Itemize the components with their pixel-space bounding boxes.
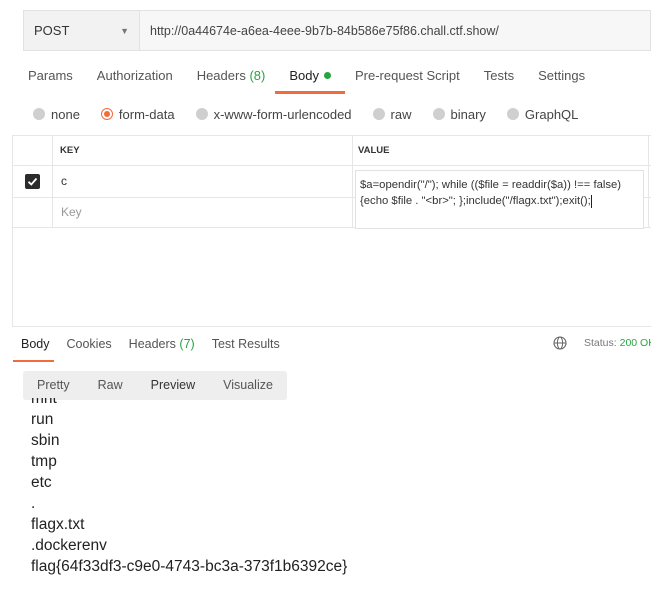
- key-cell[interactable]: c: [53, 166, 353, 197]
- body-type-graphql[interactable]: GraphQL: [506, 106, 579, 122]
- tab-label: Params: [28, 68, 73, 83]
- response-status: Status: 200 OK: [584, 337, 651, 349]
- response-line: etc: [31, 474, 52, 491]
- url-input[interactable]: http://0a44674e-a6ea-4eee-9b7b-84b586e75…: [139, 10, 651, 51]
- table-header: KEY VALUE: [13, 136, 651, 166]
- header-checkbox-cell: [13, 136, 53, 165]
- body-type-binary[interactable]: binary: [432, 106, 486, 122]
- value-editor[interactable]: $a=opendir("/"); while (($file = readdir…: [355, 170, 644, 229]
- radio-label: raw: [390, 106, 412, 122]
- tab-settings[interactable]: Settings: [538, 62, 585, 92]
- tab-label: Headers: [128, 337, 176, 351]
- radio-label: form-data: [118, 106, 175, 122]
- response-line: run: [31, 411, 54, 428]
- response-line-flag: flag{64f33df3-c9e0-4743-bc3a-373f1b6392c…: [31, 558, 348, 575]
- body-type-raw[interactable]: raw: [372, 106, 412, 122]
- response-line: flagx.txt: [31, 516, 85, 533]
- response-line: sbin: [31, 432, 60, 449]
- table-row: c $a=opendir("/"); while (($file = readd…: [13, 166, 651, 229]
- checkmark-icon: [27, 177, 38, 186]
- view-preview-button[interactable]: Preview: [137, 371, 209, 400]
- resp-tab-body[interactable]: Body: [13, 334, 53, 362]
- body-type-options: none form-data x-www-form-urlencoded raw…: [33, 104, 599, 124]
- chevron-down-icon: ▼: [120, 25, 129, 36]
- response-line: mnt: [31, 398, 57, 407]
- tab-params[interactable]: Params: [28, 62, 73, 92]
- radio-icon: [33, 108, 45, 120]
- radio-icon: [432, 108, 445, 120]
- body-type-none[interactable]: none: [33, 107, 80, 122]
- radio-label: x-www-form-urlencoded: [213, 106, 352, 122]
- tab-label: Test Results: [211, 337, 280, 351]
- headers-count: (7): [179, 337, 195, 351]
- resp-tab-cookies[interactable]: Cookies: [67, 334, 112, 358]
- method-label: POST: [34, 23, 70, 38]
- tab-label: Body: [21, 337, 50, 351]
- resp-tab-test-results[interactable]: Test Results: [212, 334, 280, 358]
- form-data-table: KEY VALUE c $a=opendir("/"); while (($fi…: [13, 135, 651, 229]
- new-key-input[interactable]: Key: [53, 198, 353, 227]
- value-cell: $a=opendir("/"); while (($file = readdir…: [353, 166, 651, 229]
- body-type-form-data[interactable]: form-data: [100, 106, 175, 122]
- tab-label: Settings: [538, 68, 586, 83]
- response-line: tmp: [31, 453, 57, 470]
- tab-pre-request-script[interactable]: Pre-request Script: [355, 62, 460, 92]
- tab-headers[interactable]: Headers (8): [197, 62, 266, 92]
- table-border: [648, 135, 649, 227]
- radio-label: binary: [450, 106, 486, 122]
- column-header-value: VALUE: [358, 145, 390, 156]
- body-type-urlencoded[interactable]: x-www-form-urlencoded: [195, 106, 352, 122]
- pane-divider[interactable]: [13, 326, 651, 327]
- resp-tab-headers[interactable]: Headers (7): [129, 334, 195, 358]
- view-pretty-button[interactable]: Pretty: [23, 371, 84, 400]
- tab-body[interactable]: Body: [275, 62, 345, 94]
- text-cursor: [590, 194, 592, 208]
- row-checkbox-cell: [13, 198, 53, 227]
- response-line: .dockerenv: [31, 537, 107, 554]
- view-visualize-button[interactable]: Visualize: [209, 371, 287, 400]
- request-tabs: Params Authorization Headers (8) Body Pr…: [28, 62, 609, 94]
- status-code: 200 OK: [619, 337, 651, 349]
- body-indicator-dot-icon: [323, 72, 331, 80]
- tab-label: Body: [289, 68, 319, 83]
- method-select[interactable]: POST ▼: [23, 10, 139, 51]
- radio-icon: [506, 108, 519, 120]
- radio-label: GraphQL: [524, 106, 579, 122]
- radio-selected-icon: [100, 108, 113, 120]
- row-checkbox-cell: [13, 166, 53, 197]
- response-line: .: [31, 495, 36, 512]
- request-url-bar: POST ▼ http://0a44674e-a6ea-4eee-9b7b-84…: [23, 10, 651, 51]
- tab-label: Pre-request Script: [354, 68, 460, 83]
- globe-icon[interactable]: [553, 336, 567, 350]
- value-text: $a=opendir("/"); while (($file = readdir…: [360, 179, 622, 207]
- radio-icon: [195, 108, 208, 120]
- tab-authorization[interactable]: Authorization: [97, 62, 173, 92]
- view-raw-button[interactable]: Raw: [84, 371, 137, 400]
- headers-count: (8): [249, 68, 266, 83]
- response-content: mnt run sbin tmp etc . flagx.txt .docker…: [31, 398, 631, 577]
- tab-label: Headers: [196, 68, 246, 83]
- response-preview[interactable]: mnt run sbin tmp etc . flagx.txt .docker…: [31, 398, 631, 601]
- row-enabled-checkbox[interactable]: [25, 174, 40, 189]
- tab-label: Tests: [483, 68, 515, 83]
- radio-label: none: [51, 106, 80, 122]
- response-tabs: Body Cookies Headers (7) Test Results: [13, 334, 297, 362]
- tab-tests[interactable]: Tests: [484, 62, 514, 92]
- radio-icon: [372, 108, 385, 120]
- tab-label: Authorization: [96, 68, 173, 83]
- tab-label: Cookies: [66, 337, 112, 351]
- column-header-key: KEY: [53, 136, 353, 165]
- status-label: Status:: [584, 337, 617, 349]
- view-mode-bar: Pretty Raw Preview Visualize: [23, 371, 287, 400]
